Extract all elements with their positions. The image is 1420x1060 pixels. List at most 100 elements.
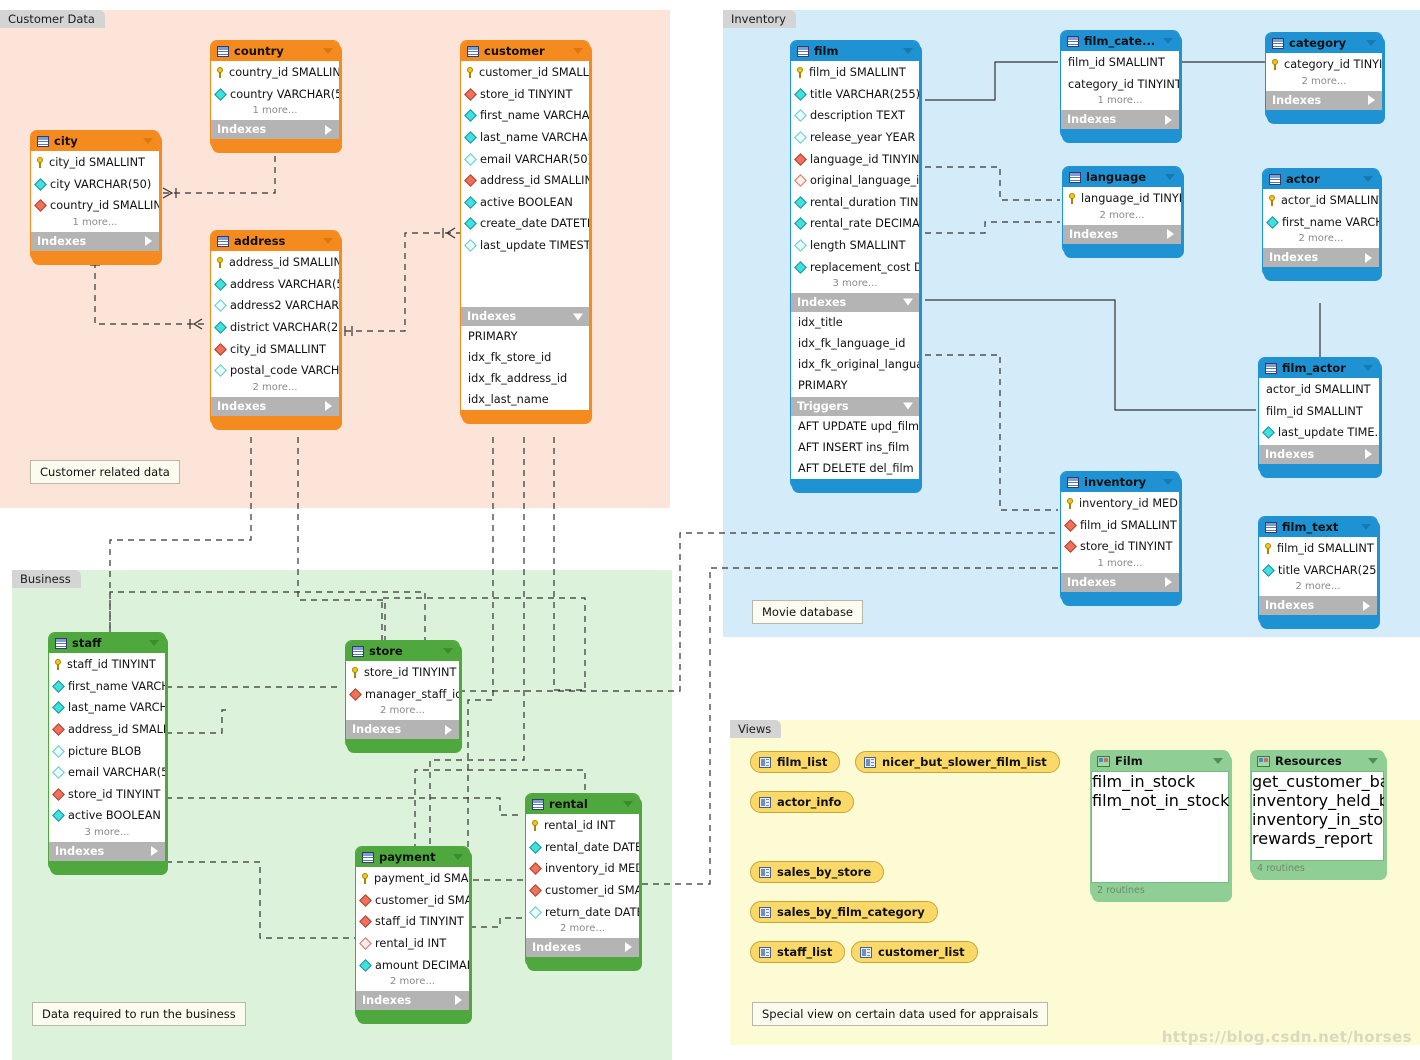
section-header-indexes[interactable]: Indexes bbox=[1063, 223, 1181, 244]
section-header-indexes[interactable]: Indexes bbox=[526, 936, 639, 957]
chevron-right-icon[interactable] bbox=[625, 942, 632, 953]
section-item[interactable]: PRIMARY bbox=[461, 326, 589, 347]
column-row[interactable]: address_id SMALL... bbox=[49, 719, 165, 741]
chevron-right-icon[interactable] bbox=[1167, 229, 1174, 240]
column-row[interactable]: active BOOLEAN bbox=[49, 805, 165, 827]
table-header-category[interactable]: category bbox=[1266, 33, 1382, 53]
column-row[interactable]: postal_code VARCH... bbox=[211, 360, 339, 382]
more-columns-label[interactable]: 2 more... bbox=[356, 975, 469, 990]
table-header-inventory[interactable]: inventory bbox=[1061, 472, 1179, 492]
column-row[interactable]: last_name VARCH... bbox=[49, 697, 165, 719]
chevron-down-icon[interactable] bbox=[1368, 758, 1378, 764]
view-pill-customer_list[interactable]: customer_list bbox=[851, 941, 978, 963]
chevron-right-icon[interactable] bbox=[1368, 95, 1375, 106]
column-row[interactable]: language_id TINYI... bbox=[1063, 188, 1181, 210]
column-row[interactable]: first_name VARCH... bbox=[49, 676, 165, 698]
column-row[interactable]: last_update TIME... bbox=[1259, 422, 1379, 444]
table-card-city[interactable]: city city_id SMALLINT city VARCHAR(50) coun… bbox=[30, 130, 162, 265]
chevron-right-icon[interactable] bbox=[1165, 577, 1172, 588]
routine-item[interactable]: inventory_held_by_cu... bbox=[1252, 791, 1384, 810]
chevron-right-icon[interactable] bbox=[151, 846, 158, 857]
table-card-film[interactable]: film film_id SMALLINT title VARCHAR(255) de… bbox=[790, 40, 922, 493]
routine-group-resources[interactable]: Resources get_customer_balanceinventory_h… bbox=[1250, 750, 1387, 880]
table-header-store[interactable]: store bbox=[346, 641, 459, 661]
section-header-indexes[interactable]: Indexes bbox=[346, 719, 459, 740]
view-pill-staff_list[interactable]: staff_list bbox=[750, 941, 846, 963]
column-row[interactable]: return_date DATE... bbox=[526, 901, 639, 923]
column-row[interactable]: address2 VARCHAR(... bbox=[211, 295, 339, 317]
table-header-country[interactable]: country bbox=[211, 41, 339, 61]
chevron-down-icon[interactable] bbox=[903, 402, 913, 410]
column-row[interactable]: payment_id SMAL... bbox=[356, 868, 469, 890]
section-header-indexes[interactable]: Indexes bbox=[1061, 571, 1179, 592]
column-row[interactable]: category_id TINYI... bbox=[1266, 54, 1382, 76]
column-row[interactable]: manager_staff_id ... bbox=[346, 684, 459, 706]
section-item[interactable]: idx_fk_original_langua... bbox=[791, 354, 919, 375]
table-card-customer[interactable]: customer customer_id SMALLI... store_id TI… bbox=[460, 40, 592, 424]
table-header-film[interactable]: film bbox=[791, 41, 919, 61]
table-card-film_actor[interactable]: film_actor actor_id SMALLINT film_id SMALL… bbox=[1258, 357, 1382, 478]
table-card-film_category[interactable]: film_cate... film_id SMALLINT category_id … bbox=[1060, 30, 1182, 144]
routine-group-header[interactable]: Film bbox=[1091, 751, 1229, 771]
chevron-down-icon[interactable] bbox=[1366, 40, 1376, 46]
column-row[interactable]: amount DECIMAL(... bbox=[356, 954, 469, 976]
chevron-right-icon[interactable] bbox=[325, 124, 332, 135]
more-columns-label[interactable]: 2 more... bbox=[1063, 209, 1181, 224]
table-header-actor[interactable]: actor bbox=[1263, 169, 1379, 189]
more-columns-label[interactable]: 3 more... bbox=[49, 826, 165, 841]
column-row[interactable]: film_id SMALLINT bbox=[1259, 538, 1377, 560]
table-header-city[interactable]: city bbox=[31, 131, 159, 151]
column-row[interactable]: email VARCHAR(50) bbox=[461, 148, 589, 170]
column-row[interactable]: email VARCHAR(50) bbox=[49, 762, 165, 784]
chevron-down-icon[interactable] bbox=[623, 801, 633, 807]
chevron-down-icon[interactable] bbox=[143, 138, 153, 144]
column-row[interactable]: title VARCHAR(255) bbox=[791, 84, 919, 106]
column-row[interactable]: rental_id INT bbox=[356, 933, 469, 955]
chevron-right-icon[interactable] bbox=[455, 995, 462, 1006]
section-header-indexes[interactable]: Indexes bbox=[1259, 595, 1377, 616]
column-row[interactable]: rental_rate DECIMA... bbox=[791, 213, 919, 235]
column-row[interactable]: film_id SMALLINT bbox=[791, 62, 919, 84]
chevron-right-icon[interactable] bbox=[445, 724, 452, 735]
section-item[interactable]: idx_fk_address_id bbox=[461, 368, 589, 389]
column-row[interactable]: customer_id SMAL... bbox=[356, 890, 469, 912]
column-row[interactable]: length SMALLINT bbox=[791, 235, 919, 257]
column-row[interactable]: actor_id SMALLINT bbox=[1263, 190, 1379, 212]
column-row[interactable]: inventory_id MEDI... bbox=[1061, 493, 1179, 515]
column-row[interactable]: active BOOLEAN bbox=[461, 192, 589, 214]
table-card-language[interactable]: language language_id TINYI... 2 more... Ind… bbox=[1062, 166, 1184, 258]
column-row[interactable]: film_id SMALLINT bbox=[1259, 401, 1379, 423]
chevron-right-icon[interactable] bbox=[1365, 252, 1372, 263]
column-row[interactable]: country_id SMALLINT bbox=[31, 195, 159, 217]
more-columns-label[interactable]: 1 more... bbox=[211, 105, 339, 120]
view-pill-nicer_but_slower_film_list[interactable]: nicer_but_slower_film_list bbox=[855, 751, 1060, 773]
column-row[interactable]: category_id TINYINT bbox=[1061, 74, 1179, 96]
column-row[interactable]: inventory_id MEDI... bbox=[526, 858, 639, 880]
chevron-down-icon[interactable] bbox=[453, 854, 463, 860]
section-item[interactable]: AFT DELETE del_film bbox=[791, 458, 919, 479]
chevron-down-icon[interactable] bbox=[149, 640, 159, 646]
routine-item[interactable]: film_not_in_stock bbox=[1092, 791, 1229, 810]
chevron-down-icon[interactable] bbox=[443, 648, 453, 654]
chevron-down-icon[interactable] bbox=[1163, 38, 1173, 44]
routine-item[interactable]: get_customer_balance bbox=[1252, 772, 1384, 791]
more-columns-label[interactable]: 3 more... bbox=[791, 277, 919, 292]
column-row[interactable]: language_id TINYINT bbox=[791, 148, 919, 170]
routine-group-header[interactable]: Resources bbox=[1251, 751, 1384, 771]
column-row[interactable]: city VARCHAR(50) bbox=[31, 174, 159, 196]
view-pill-sales_by_store[interactable]: sales_by_store bbox=[750, 861, 885, 883]
section-header-indexes[interactable]: Indexes bbox=[356, 989, 469, 1010]
chevron-right-icon[interactable] bbox=[1165, 114, 1172, 125]
column-row[interactable]: address VARCHAR(50) bbox=[211, 274, 339, 296]
column-row[interactable]: last_name VARCHAR... bbox=[461, 127, 589, 149]
table-header-rental[interactable]: rental bbox=[526, 794, 639, 814]
table-header-payment[interactable]: payment bbox=[356, 847, 469, 867]
more-columns-label[interactable]: 1 more... bbox=[31, 216, 159, 231]
section-item[interactable]: AFT UPDATE upd_film bbox=[791, 416, 919, 437]
column-row[interactable]: store_id TINYINT bbox=[1061, 536, 1179, 558]
table-card-category[interactable]: category category_id TINYI... 2 more... Ind… bbox=[1265, 32, 1385, 124]
routine-item[interactable]: inventory_in_stock bbox=[1252, 810, 1384, 829]
section-header-indexes[interactable]: Indexes bbox=[211, 395, 339, 416]
more-columns-label[interactable]: 2 more... bbox=[1266, 75, 1382, 90]
chevron-down-icon[interactable] bbox=[1163, 479, 1173, 485]
